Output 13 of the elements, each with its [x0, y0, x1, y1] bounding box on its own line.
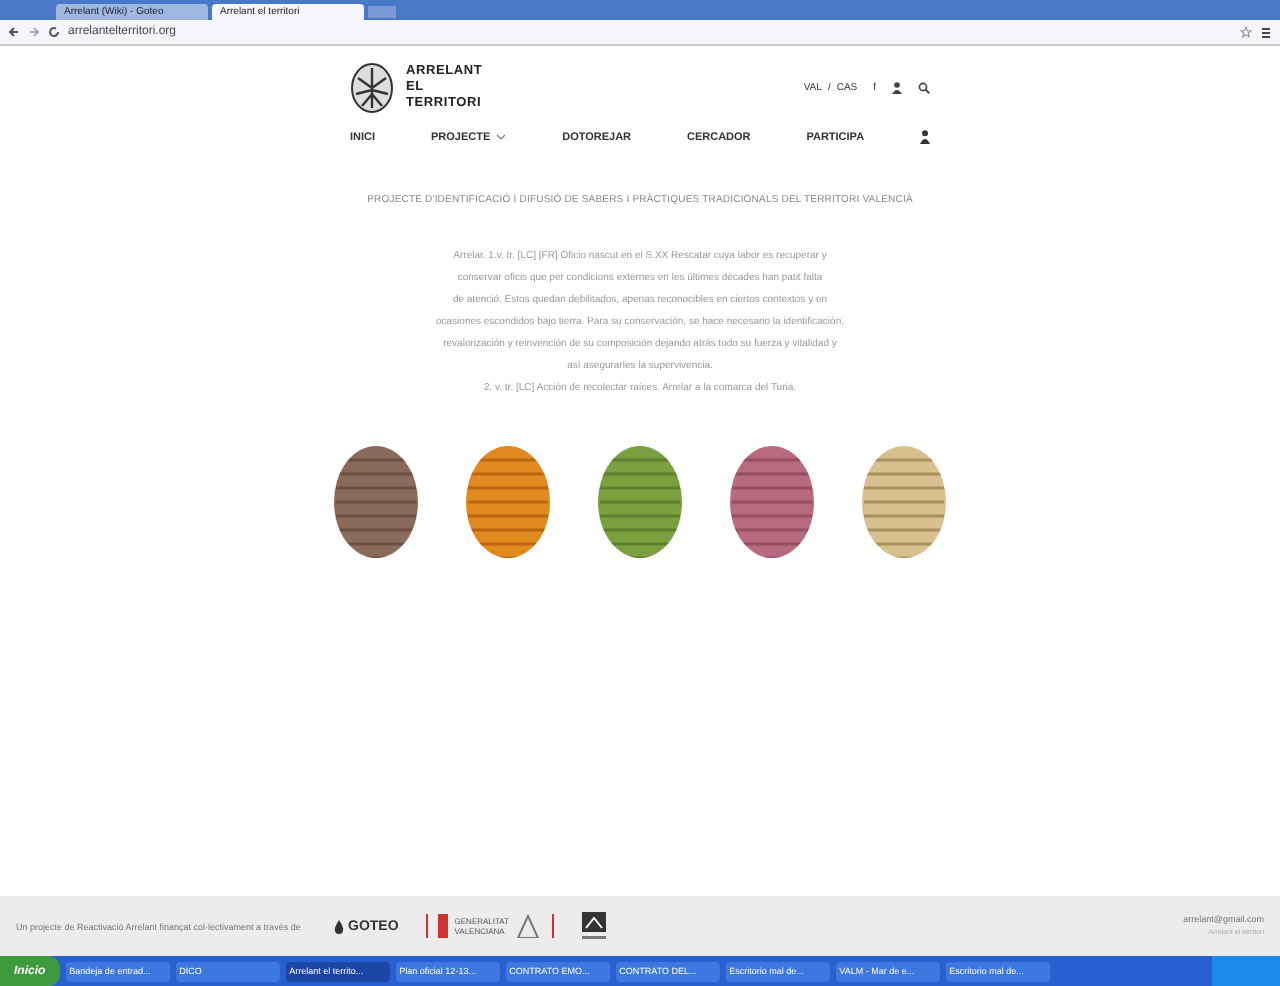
- search-icon[interactable]: [918, 82, 930, 94]
- reload-icon[interactable]: [48, 26, 60, 38]
- user-icon[interactable]: [892, 82, 902, 94]
- partner-logo-icon[interactable]: [514, 914, 543, 938]
- caret-icon: [496, 134, 507, 140]
- star-icon[interactable]: [1240, 26, 1252, 38]
- system-tray: [1212, 956, 1280, 986]
- user-icon[interactable]: [920, 130, 930, 144]
- sponsor-logo-icon[interactable]: [582, 912, 607, 940]
- drop-icon: [334, 919, 344, 933]
- emblem-icon: [438, 914, 449, 938]
- menu-icon[interactable]: [1260, 25, 1272, 39]
- back-icon[interactable]: [8, 26, 20, 38]
